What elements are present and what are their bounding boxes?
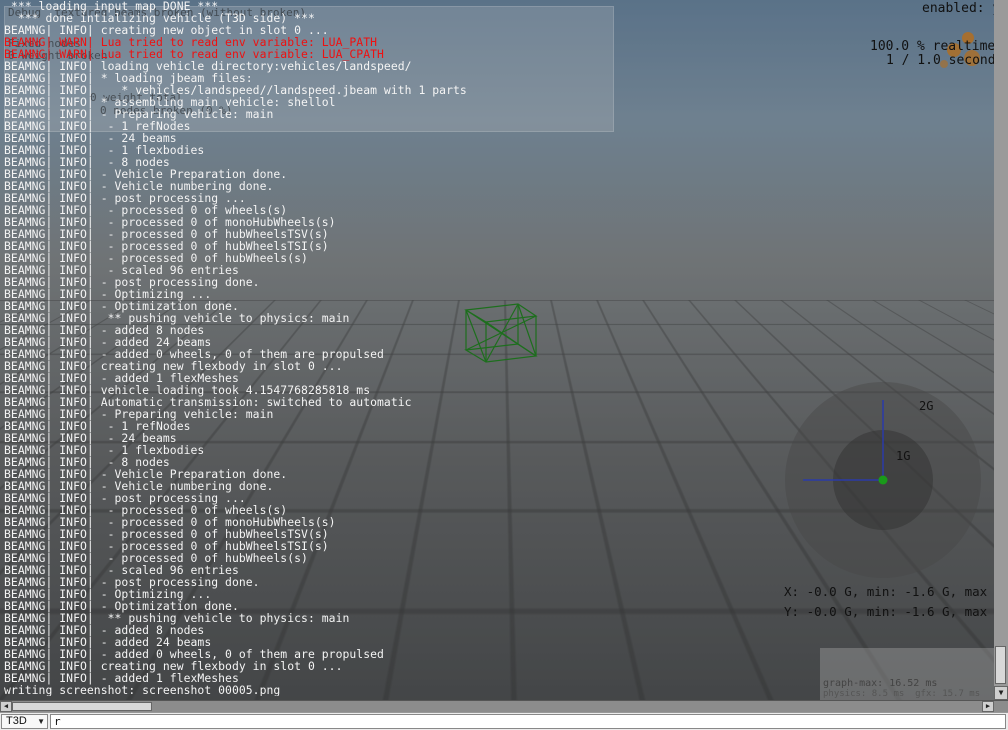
- command-bar: T3D ▼: [0, 712, 1008, 730]
- context-select-value: T3D: [6, 715, 27, 727]
- arrow-left-icon[interactable]: ◀: [0, 701, 12, 712]
- vertical-scrollbar[interactable]: ▼: [994, 0, 1008, 700]
- console-command-input[interactable]: [50, 714, 1006, 729]
- console-log: *** loading input map DONE *** *** done …: [4, 0, 999, 696]
- horizontal-scroll-thumb[interactable]: [12, 702, 152, 711]
- 3d-viewport[interactable]: Debug textured beams broken (without bro…: [0, 0, 1008, 700]
- context-select[interactable]: T3D ▼: [1, 714, 48, 729]
- arrow-right-icon[interactable]: ▶: [982, 701, 994, 712]
- log-line: writing screenshot: screenshot_00005.png: [4, 683, 281, 696]
- chevron-down-icon[interactable]: ▼: [37, 715, 45, 728]
- arrow-down-icon[interactable]: ▼: [994, 686, 1008, 700]
- horizontal-scrollbar[interactable]: ◀ ▶: [0, 700, 1008, 712]
- vertical-scroll-thumb[interactable]: [995, 646, 1006, 684]
